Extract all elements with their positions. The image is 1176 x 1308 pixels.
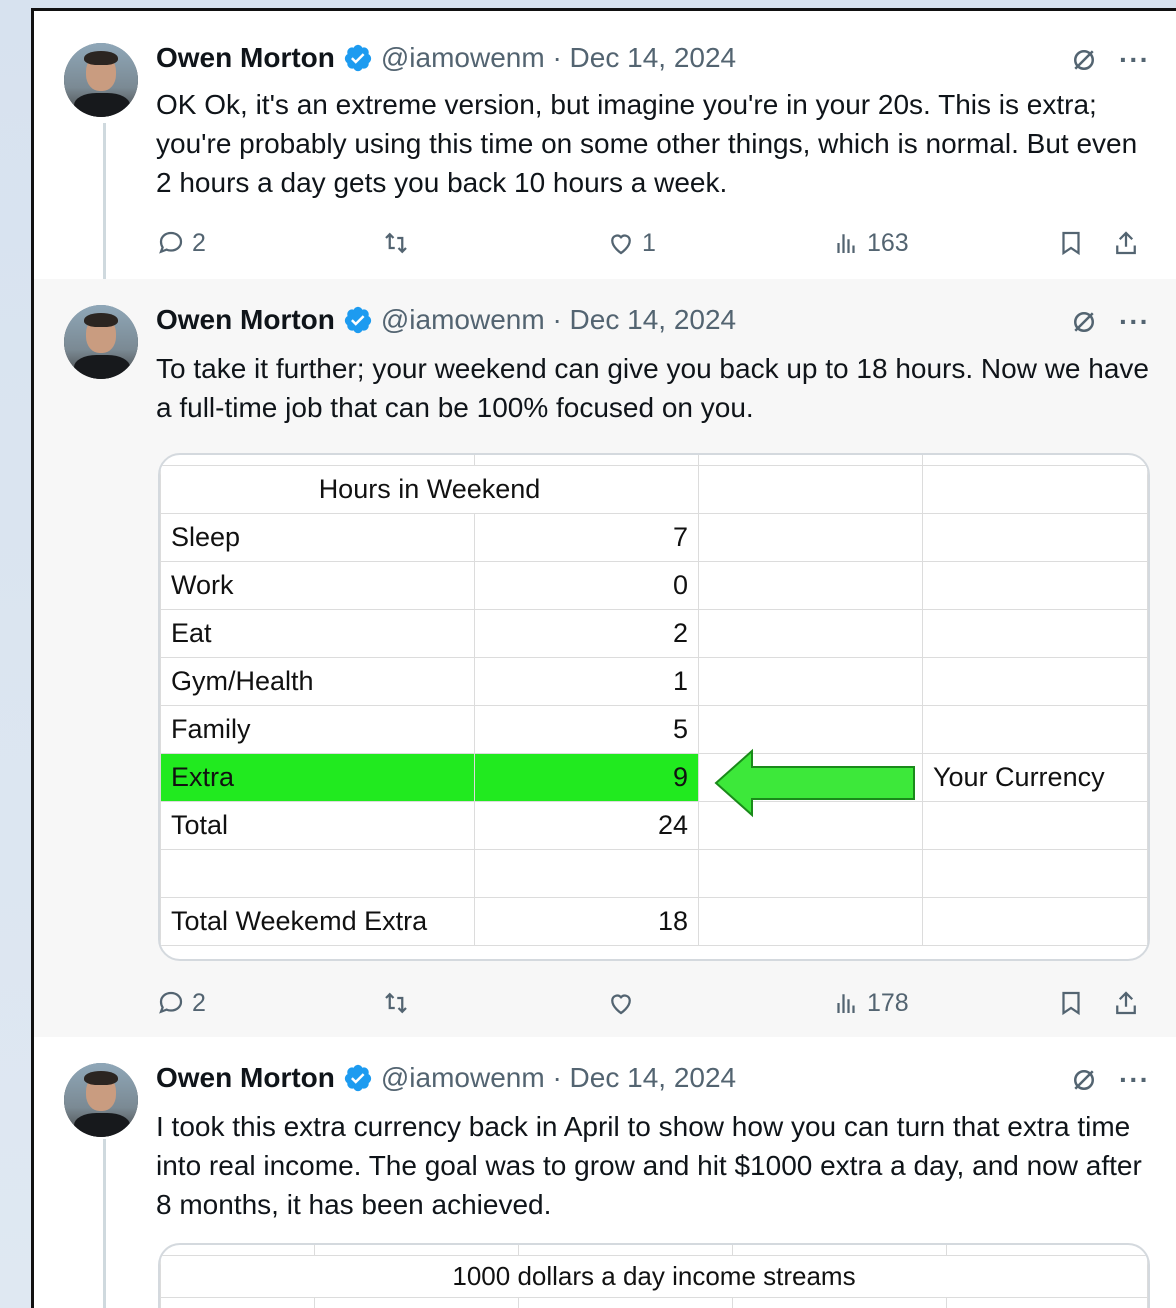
reply-icon: [159, 991, 183, 1014]
retweet-icon: [385, 992, 407, 1014]
tweet-text: OK Ok, it's an extreme version, but imag…: [156, 89, 1138, 198]
left-arrow-icon: [714, 748, 915, 818]
verified-icon: [344, 44, 371, 72]
avatar[interactable]: [64, 1063, 138, 1137]
bookmark-icon: [1062, 991, 1080, 1016]
share-button[interactable]: [1111, 983, 1141, 1023]
table-row: Sleep 7: [160, 512, 1148, 562]
verified-icon: [344, 306, 371, 334]
author-name[interactable]: Owen Morton: [156, 304, 335, 336]
like-button[interactable]: [606, 983, 636, 1023]
tweet-3[interactable]: Owen Morton @iamowenm · Dec 14, 2024 ···…: [34, 1037, 1176, 1308]
verified-icon: [344, 1064, 371, 1092]
table-header: 1000 dollars a day income streams: [160, 1254, 1148, 1298]
author-name[interactable]: Owen Morton: [156, 42, 335, 74]
table-row: Gym/Health 1: [160, 656, 1148, 706]
column-header: Trading: [946, 1296, 1148, 1308]
views-count: 163: [867, 228, 909, 257]
bookmark-icon: [1062, 231, 1080, 256]
column-header: Income FB: [314, 1296, 519, 1308]
views-icon: [837, 994, 855, 1013]
like-count: 1: [642, 228, 656, 257]
share-icon: [1116, 991, 1136, 1015]
more-icon[interactable]: ···: [1119, 306, 1150, 338]
spreadsheet-image[interactable]: Hours in Weekend Sleep 7 Work 0 Eat 2 Gym/H…: [158, 453, 1150, 961]
reply-button[interactable]: 2: [156, 223, 206, 263]
handle-date[interactable]: @iamowenm · Dec 14, 2024: [381, 1062, 736, 1094]
retweet-button[interactable]: [381, 223, 411, 263]
heart-icon: [611, 994, 631, 1015]
tweet-text: I took this extra currency back in April…: [156, 1111, 1142, 1220]
views-button[interactable]: 178: [831, 983, 909, 1023]
thread-frame: Owen Morton @iamowenm · Dec 14, 2024 ···…: [31, 8, 1176, 1308]
your-currency-label: Your Currency: [922, 752, 1148, 802]
retweet-icon: [385, 232, 407, 254]
bookmark-button[interactable]: [1056, 983, 1086, 1023]
spreadsheet-image[interactable]: 1000 dollars a day income streams Income…: [158, 1243, 1150, 1308]
avatar[interactable]: [64, 43, 138, 117]
table-row: Work 0: [160, 560, 1148, 610]
share-icon: [1116, 231, 1136, 255]
share-button[interactable]: [1111, 223, 1141, 263]
handle-date[interactable]: @iamowenm · Dec 14, 2024: [381, 42, 736, 74]
income-table: 1000 dollars a day income streams Income…: [160, 1245, 1148, 1308]
table-row: Total Weekemd Extra 18: [160, 896, 1148, 946]
table-row: [160, 848, 1148, 898]
author-name[interactable]: Owen Morton: [156, 1062, 335, 1094]
handle-date[interactable]: @iamowenm · Dec 14, 2024: [381, 304, 736, 336]
tweet-1[interactable]: Owen Morton @iamowenm · Dec 14, 2024 ···…: [34, 11, 1176, 279]
reply-count: 2: [192, 228, 206, 257]
reply-icon: [159, 231, 183, 254]
avatar[interactable]: [64, 305, 138, 379]
table-row: Family 5: [160, 704, 1148, 754]
grok-icon[interactable]: [1069, 1065, 1099, 1095]
table-row-highlighted: Extra 9 Your Currency: [160, 752, 1148, 802]
more-icon[interactable]: ···: [1119, 44, 1150, 76]
retweet-button[interactable]: [381, 983, 411, 1023]
table-row: Eat 2: [160, 608, 1148, 658]
reply-count: 2: [192, 988, 206, 1017]
grok-icon[interactable]: [1069, 307, 1099, 337]
views-button[interactable]: 163: [831, 223, 909, 263]
views-count: 178: [867, 988, 909, 1017]
bookmark-button[interactable]: [1056, 223, 1086, 263]
heart-icon: [611, 234, 631, 255]
hours-table: Hours in Weekend Sleep 7 Work 0 Eat 2 Gym/H…: [160, 455, 1148, 946]
more-icon[interactable]: ···: [1119, 1064, 1150, 1096]
column-header: Income Staking: [732, 1296, 947, 1308]
tweet-2[interactable]: Owen Morton @iamowenm · Dec 14, 2024 ···…: [34, 279, 1176, 1037]
grok-icon[interactable]: [1069, 45, 1099, 75]
like-button[interactable]: 1: [606, 223, 656, 263]
table-header: Hours in Weekend: [160, 464, 699, 514]
table-row: Total 24: [160, 800, 1148, 850]
reply-button[interactable]: 2: [156, 983, 206, 1023]
column-header: Income Web: [518, 1296, 733, 1308]
views-icon: [837, 234, 855, 253]
tweet-text: To take it further; your weekend can giv…: [156, 353, 1150, 423]
